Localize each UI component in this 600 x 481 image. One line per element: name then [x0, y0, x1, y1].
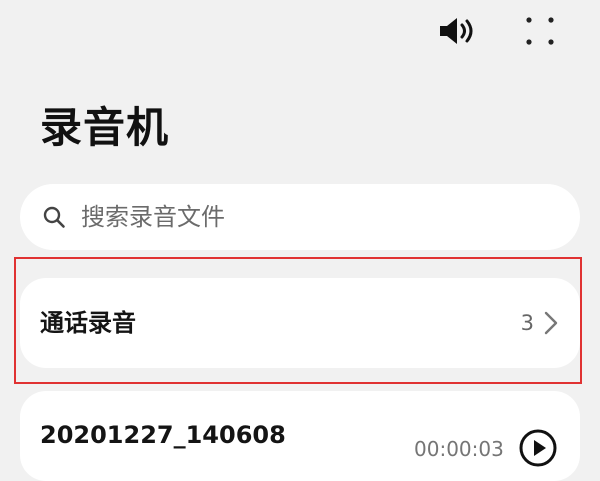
call-recordings-count: 3 — [520, 311, 534, 335]
more-options-button[interactable] — [518, 12, 562, 50]
recording-item[interactable]: 20201227_140608 00:00:03 — [20, 391, 580, 481]
call-recordings-item[interactable]: 通话录音 3 — [20, 278, 580, 368]
recording-name: 20201227_140608 — [40, 421, 286, 449]
search-icon — [43, 206, 65, 228]
search-placeholder: 搜索录音文件 — [81, 203, 225, 231]
play-icon[interactable] — [518, 428, 558, 468]
page-title: 录音机 — [40, 103, 170, 152]
search-bar[interactable]: 搜索录音文件 — [20, 184, 580, 250]
recording-duration: 00:00:03 — [414, 437, 504, 461]
speaker-volume-icon — [440, 18, 473, 44]
more-dots-icon — [526, 17, 554, 45]
top-bar — [0, 0, 600, 60]
speaker-button[interactable] — [436, 12, 482, 50]
call-recordings-label: 通话录音 — [40, 309, 136, 337]
chevron-right-icon — [544, 311, 558, 335]
